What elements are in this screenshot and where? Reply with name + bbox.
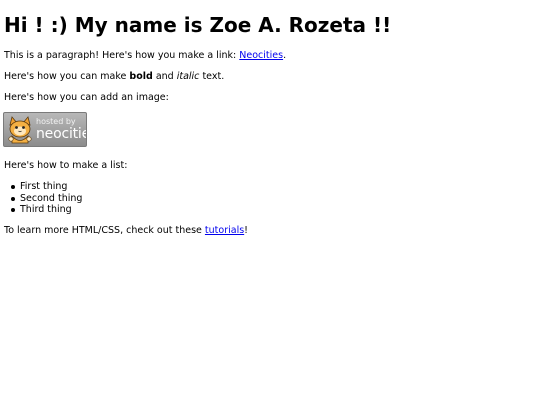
hosted-by-neocities-badge[interactable]: hosted by neocities bbox=[3, 112, 87, 147]
paragraph-formatting: Here's how you can make bold and italic … bbox=[4, 71, 224, 83]
list-item: Third thing bbox=[4, 204, 82, 216]
bullet-icon bbox=[11, 196, 15, 201]
paragraph-tutorials: To learn more HTML/CSS, check out these … bbox=[4, 225, 248, 237]
paragraph-list: Here's how to make a list: bbox=[4, 160, 128, 171]
page: Hi ! :) My name is Zoe A. Rozeta !! This… bbox=[0, 0, 540, 405]
bold-text: bold bbox=[129, 71, 153, 82]
list-item: Second thing bbox=[4, 193, 82, 205]
paragraph-link-text: This is a paragraph! Here's how you make… bbox=[4, 50, 240, 61]
list-item: First thing bbox=[4, 181, 82, 193]
italic-text: italic bbox=[176, 71, 200, 82]
neocities-cat-icon bbox=[8, 116, 32, 144]
page-title: Hi ! :) My name is Zoe A. Rozeta !! bbox=[4, 13, 392, 37]
tutorials-link[interactable]: tutorials bbox=[205, 225, 244, 236]
thing-list: First thing Second thing Third thing bbox=[4, 181, 82, 216]
formatting-before: Here's how you can make bbox=[4, 71, 130, 82]
formatting-after: text. bbox=[199, 71, 225, 82]
list-item-label: First thing bbox=[20, 181, 68, 192]
paragraph-image: Here's how you can add an image: bbox=[4, 92, 169, 103]
paragraph-link: This is a paragraph! Here's how you make… bbox=[4, 50, 286, 62]
tutorials-before: To learn more HTML/CSS, check out these bbox=[4, 225, 205, 236]
formatting-middle: and bbox=[152, 71, 177, 82]
paragraph-link-after: . bbox=[283, 50, 287, 61]
badge-neocities-text: neocities bbox=[36, 126, 86, 142]
neocities-link[interactable]: Neocities bbox=[239, 50, 283, 61]
tutorials-after: ! bbox=[244, 225, 248, 236]
list-item-label: Second thing bbox=[20, 192, 83, 204]
list-item-label: Third thing bbox=[20, 204, 72, 215]
bullet-icon bbox=[11, 185, 15, 189]
bullet-icon bbox=[11, 208, 15, 212]
